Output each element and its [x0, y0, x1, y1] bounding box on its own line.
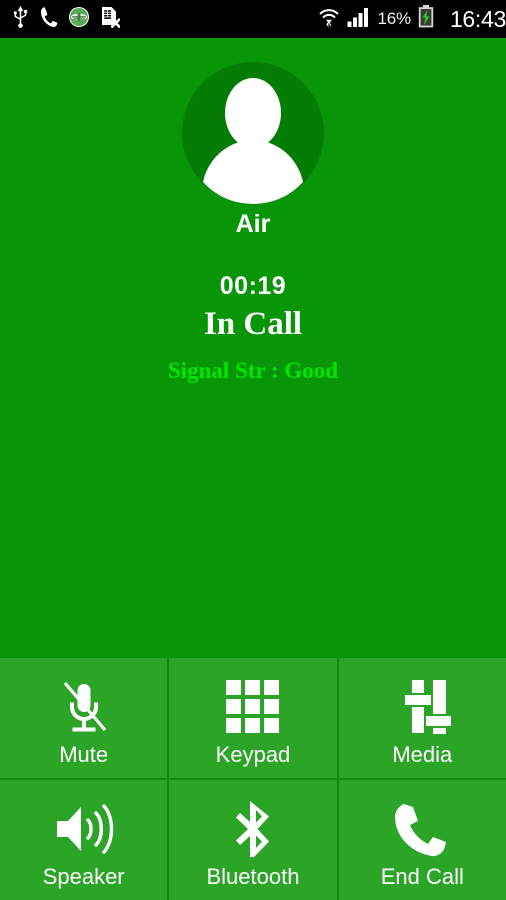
media-button-label: Media	[392, 742, 453, 767]
call-icon	[40, 6, 58, 33]
bluetooth-icon	[231, 796, 275, 862]
call-controls-panel: Mute Keypad Media Speaker Bluetooth End …	[0, 658, 506, 900]
mute-button-label: Mute	[59, 742, 109, 767]
bluetooth-button-label: Bluetooth	[206, 864, 300, 889]
person-avatar-icon	[203, 78, 303, 204]
keypad-button[interactable]: Keypad	[167, 658, 336, 778]
phone-handset-icon	[393, 796, 451, 862]
usb-icon	[11, 5, 30, 33]
end-call-button[interactable]: End Call	[336, 780, 506, 900]
speaker-button-label: Speaker	[42, 864, 125, 889]
media-button[interactable]: Media	[336, 658, 506, 778]
status-bar-clock: 16:43	[449, 5, 506, 32]
equalizer-sliders-icon	[393, 674, 452, 740]
app-notification-icon	[68, 6, 90, 33]
sim-card-error-icon	[100, 6, 121, 33]
end-call-button-label: End Call	[380, 864, 464, 889]
signal-strength-label: Signal Str : Good	[167, 358, 339, 383]
call-controls-row-1: Mute Keypad Media	[0, 658, 506, 780]
cellular-signal-icon	[347, 6, 371, 33]
mute-button[interactable]: Mute	[0, 658, 167, 778]
call-controls-row-2: Speaker Bluetooth End Call	[0, 780, 506, 900]
call-timer: 00:19	[219, 272, 287, 300]
wifi-icon	[318, 6, 340, 33]
battery-charging-icon	[418, 5, 434, 33]
bluetooth-button[interactable]: Bluetooth	[167, 780, 336, 900]
battery-percent-label: 16%	[377, 9, 412, 28]
contact-name: Air	[235, 210, 271, 238]
status-bar: 16% 16:43	[0, 0, 506, 38]
call-state-label: In Call	[203, 306, 303, 342]
keypad-button-label: Keypad	[215, 742, 291, 767]
microphone-off-icon	[53, 674, 115, 740]
call-info-area: Air 00:19 In Call Signal Str : Good	[0, 38, 506, 658]
speaker-button[interactable]: Speaker	[0, 780, 167, 900]
speaker-loud-icon	[53, 796, 115, 862]
status-bar-right-icons: 16%	[318, 5, 446, 33]
status-bar-left-icons	[0, 5, 121, 33]
avatar	[182, 62, 324, 204]
call-screen: 16% 16:43 Air 00:19 In Call Signal Str :…	[0, 0, 506, 900]
dialpad-grid-icon	[224, 674, 282, 740]
